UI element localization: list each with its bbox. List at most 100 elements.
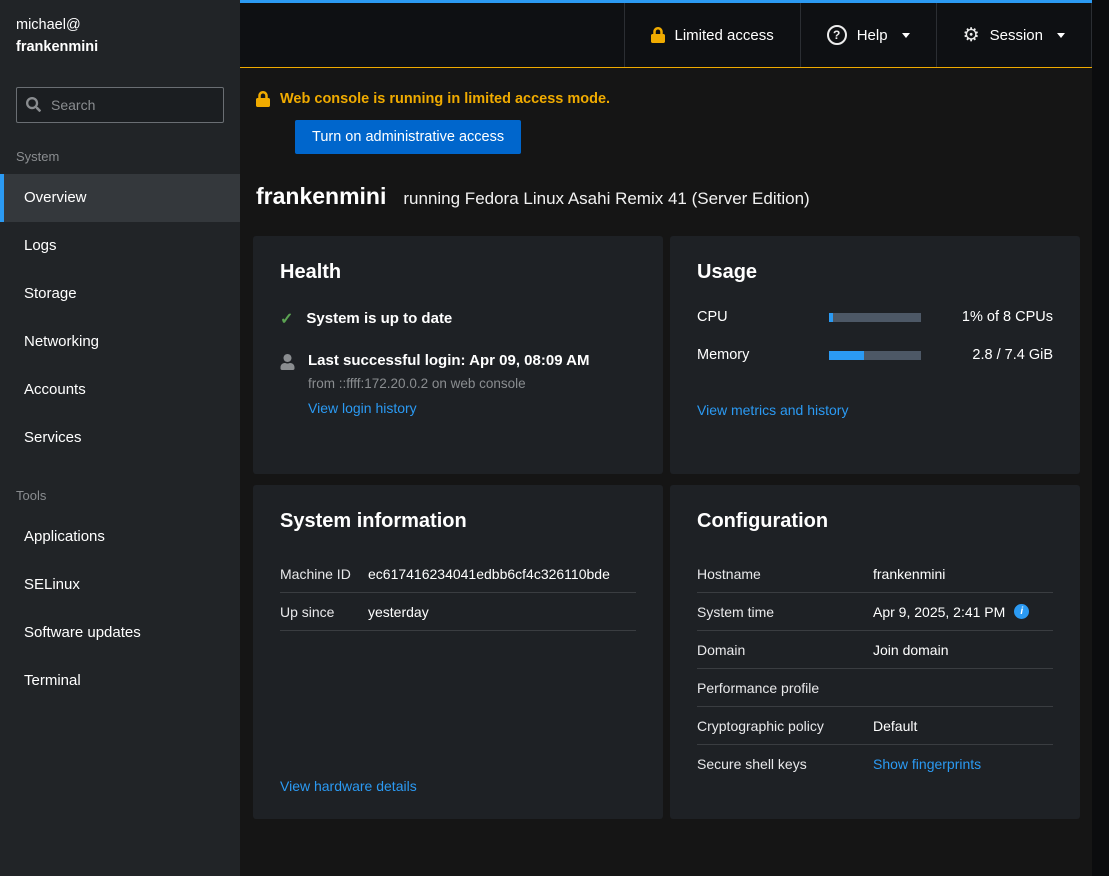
sidebar: michael@ frankenmini System Overview Log… bbox=[0, 0, 240, 876]
limited-access-label: Limited access bbox=[675, 27, 774, 44]
join-domain-button[interactable]: Join domain bbox=[873, 642, 949, 658]
cryptographic-policy-label: Cryptographic policy bbox=[697, 718, 873, 734]
domain-row: Domain Join domain bbox=[697, 631, 1053, 669]
up-since-row: Up since yesterday bbox=[280, 593, 636, 631]
overview-page: Web console is running in limited access… bbox=[240, 68, 1092, 876]
hostname-row: Hostname frankenmini bbox=[697, 555, 1053, 593]
hostname-value: frankenmini bbox=[873, 566, 945, 582]
cpu-progress-bar bbox=[829, 313, 921, 322]
configuration-table: Hostname frankenmini System time Apr 9, … bbox=[697, 555, 1053, 783]
sidebar-item-services[interactable]: Services bbox=[0, 414, 240, 462]
view-login-history-link[interactable]: View login history bbox=[308, 400, 417, 416]
machine-id-label: Machine ID bbox=[280, 566, 368, 582]
user-icon bbox=[280, 354, 295, 370]
memory-usage-value: 2.8 / 7.4 GiB bbox=[921, 347, 1053, 363]
help-icon: ? bbox=[827, 25, 847, 45]
machine-id-value: ec617416234041edbb6cf4c326110bde bbox=[368, 566, 610, 582]
user-host: frankenmini bbox=[16, 36, 224, 58]
nav-section-system: System bbox=[0, 123, 240, 174]
sidebar-item-storage[interactable]: Storage bbox=[0, 270, 240, 318]
memory-progress-bar bbox=[829, 351, 921, 360]
last-login-block: Last successful login: Apr 09, 08:09 AM … bbox=[308, 352, 589, 418]
info-icon[interactable]: i bbox=[1014, 604, 1029, 619]
health-card: Health ✓ System is up to date Last succe… bbox=[253, 236, 663, 474]
usage-body: CPU 1% of 8 CPUs Memory 2.8 / 7.4 GiB bbox=[697, 298, 1053, 420]
limited-access-alert: Web console is running in limited access… bbox=[256, 90, 1080, 154]
cpu-usage-value: 1% of 8 CPUs bbox=[921, 309, 1053, 325]
cryptographic-policy-row: Cryptographic policy Default bbox=[697, 707, 1053, 745]
show-fingerprints-link[interactable]: Show fingerprints bbox=[873, 756, 981, 772]
secure-shell-keys-row: Secure shell keys Show fingerprints bbox=[697, 745, 1053, 783]
lock-icon bbox=[256, 91, 270, 107]
search-icon bbox=[26, 97, 41, 112]
user-name: michael@ bbox=[16, 14, 224, 36]
system-information-table: Machine ID ec617416234041edbb6cf4c326110… bbox=[280, 555, 636, 631]
updates-status-text: System is up to date bbox=[306, 310, 452, 327]
cockpit-app: michael@ frankenmini System Overview Log… bbox=[0, 0, 1109, 876]
cpu-label: CPU bbox=[697, 309, 829, 325]
memory-progress-fill bbox=[829, 351, 864, 360]
domain-label: Domain bbox=[697, 642, 873, 658]
help-menu[interactable]: ? Help bbox=[800, 3, 936, 67]
search-input[interactable] bbox=[16, 87, 224, 123]
scrollbar-track[interactable] bbox=[1092, 0, 1109, 876]
sidebar-item-accounts[interactable]: Accounts bbox=[0, 366, 240, 414]
page-header: frankenmini running Fedora Linux Asahi R… bbox=[256, 183, 1080, 210]
sidebar-item-selinux[interactable]: SELinux bbox=[0, 561, 240, 609]
cpu-progress-fill bbox=[829, 313, 833, 322]
system-information-card-title: System information bbox=[280, 510, 636, 533]
os-release-text: running Fedora Linux Asahi Remix 41 (Ser… bbox=[403, 189, 809, 209]
chevron-down-icon bbox=[1057, 33, 1065, 38]
memory-usage-row: Memory 2.8 / 7.4 GiB bbox=[697, 336, 1053, 374]
performance-profile-row: Performance profile bbox=[697, 669, 1053, 707]
configuration-card: Configuration Hostname frankenmini Syste… bbox=[670, 485, 1080, 819]
machine-id-row: Machine ID ec617416234041edbb6cf4c326110… bbox=[280, 555, 636, 593]
health-body: ✓ System is up to date Last successful l… bbox=[280, 310, 636, 441]
sidebar-item-software-updates[interactable]: Software updates bbox=[0, 609, 240, 657]
configuration-card-title: Configuration bbox=[697, 510, 1053, 533]
sidebar-item-applications[interactable]: Applications bbox=[0, 513, 240, 561]
up-since-value: yesterday bbox=[368, 604, 429, 620]
lock-icon bbox=[651, 27, 665, 43]
page-title: frankenmini bbox=[256, 183, 386, 210]
masthead: Limited access ? Help ⚙ Session bbox=[240, 0, 1092, 68]
limited-access-indicator[interactable]: Limited access bbox=[624, 3, 800, 67]
cryptographic-policy-value: Default bbox=[873, 718, 917, 734]
health-card-title: Health bbox=[280, 261, 636, 284]
sidebar-search bbox=[16, 87, 224, 123]
sidebar-item-terminal[interactable]: Terminal bbox=[0, 657, 240, 705]
session-label: Session bbox=[990, 27, 1043, 44]
view-hardware-details-link[interactable]: View hardware details bbox=[280, 778, 636, 794]
system-time-label: System time bbox=[697, 604, 873, 620]
secure-shell-keys-label: Secure shell keys bbox=[697, 756, 873, 772]
memory-label: Memory bbox=[697, 347, 829, 363]
alert-body: Web console is running in limited access… bbox=[280, 90, 610, 154]
sidebar-item-overview[interactable]: Overview bbox=[0, 174, 240, 222]
system-time-row: System time Apr 9, 2025, 2:41 PM i bbox=[697, 593, 1053, 631]
nav-section-tools: Tools bbox=[0, 462, 240, 513]
overview-cards: Health ✓ System is up to date Last succe… bbox=[253, 236, 1080, 819]
usage-card-title: Usage bbox=[697, 261, 1053, 284]
updates-status-row: ✓ System is up to date bbox=[280, 310, 636, 329]
system-information-card: System information Machine ID ec61741623… bbox=[253, 485, 663, 819]
sidebar-item-networking[interactable]: Networking bbox=[0, 318, 240, 366]
last-login-detail: from ::ffff:172.20.0.2 on web console bbox=[308, 376, 589, 391]
gear-icon: ⚙ bbox=[963, 26, 980, 45]
check-icon: ✓ bbox=[280, 310, 293, 329]
system-time-value: Apr 9, 2025, 2:41 PM i bbox=[873, 604, 1029, 620]
view-metrics-link[interactable]: View metrics and history bbox=[697, 402, 848, 418]
help-label: Help bbox=[857, 27, 888, 44]
turn-on-admin-access-button[interactable]: Turn on administrative access bbox=[295, 120, 521, 154]
logged-in-user: michael@ frankenmini bbox=[0, 0, 240, 59]
hostname-label: Hostname bbox=[697, 566, 873, 582]
main-area: Limited access ? Help ⚙ Session Web cons… bbox=[240, 0, 1092, 876]
alert-title: Web console is running in limited access… bbox=[280, 90, 610, 107]
session-menu[interactable]: ⚙ Session bbox=[936, 3, 1092, 67]
usage-card: Usage CPU 1% of 8 CPUs Memory bbox=[670, 236, 1080, 474]
last-login-text: Last successful login: Apr 09, 08:09 AM bbox=[308, 352, 589, 369]
performance-profile-label: Performance profile bbox=[697, 680, 873, 696]
cpu-usage-row: CPU 1% of 8 CPUs bbox=[697, 298, 1053, 336]
up-since-label: Up since bbox=[280, 604, 368, 620]
sidebar-item-logs[interactable]: Logs bbox=[0, 222, 240, 270]
last-login-row: Last successful login: Apr 09, 08:09 AM … bbox=[280, 352, 636, 418]
